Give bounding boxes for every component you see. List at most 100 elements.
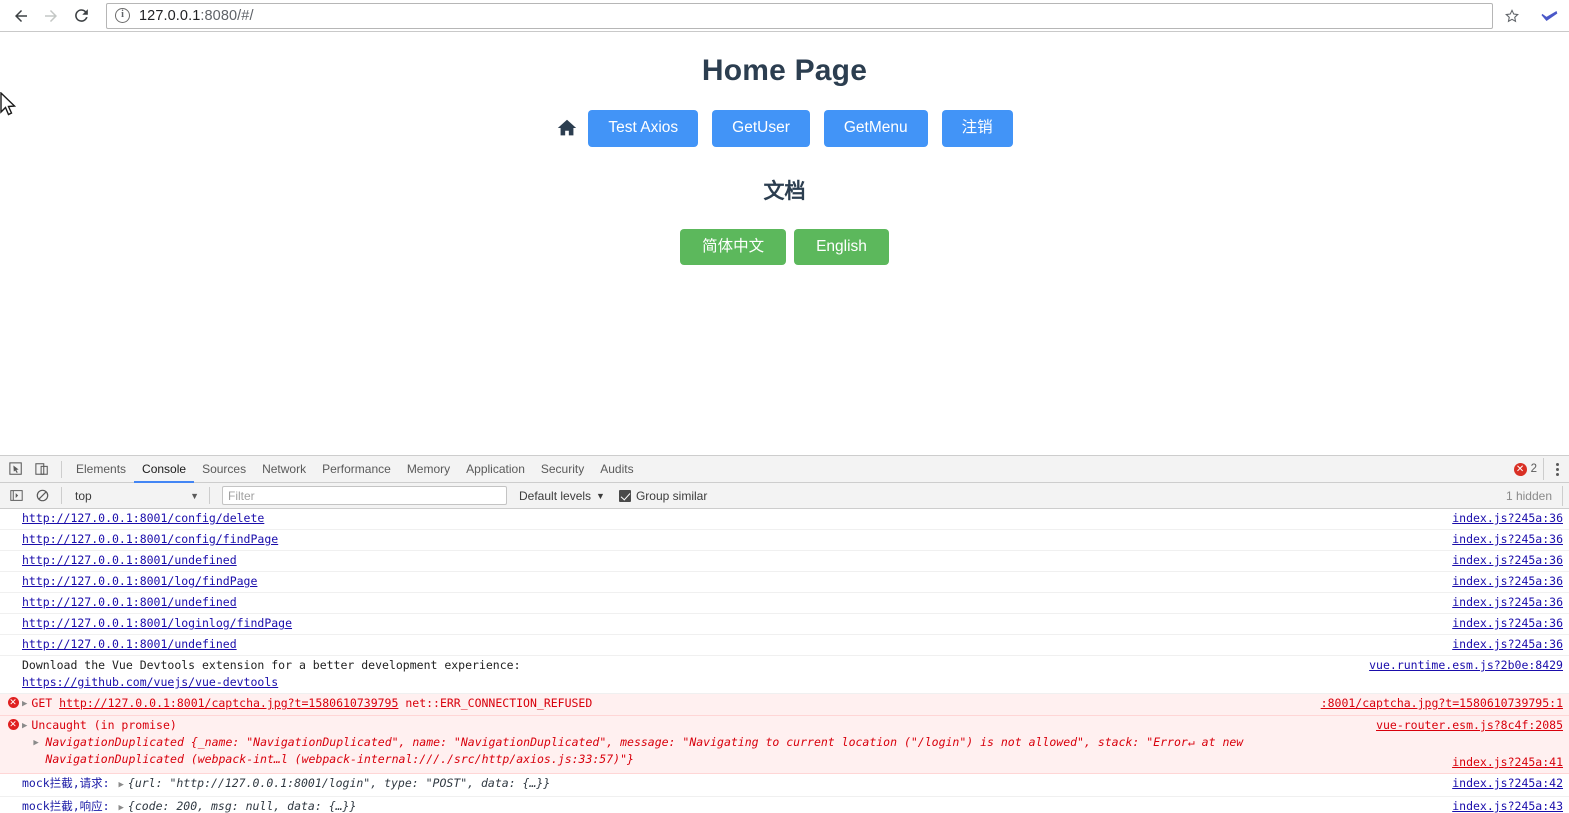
tab-security[interactable]: Security bbox=[533, 456, 592, 483]
tab-performance[interactable]: Performance bbox=[314, 456, 399, 483]
group-similar-toggle[interactable]: Group similar bbox=[618, 488, 708, 503]
expand-arrow-icon[interactable]: ▶ bbox=[20, 717, 31, 735]
console-url-link[interactable]: http://127.0.0.1:8001/log/findPage bbox=[22, 574, 257, 588]
arrow-right-icon bbox=[45, 9, 57, 22]
console-source-link[interactable]: index.js?245a:36 bbox=[1440, 594, 1563, 611]
home-icon[interactable] bbox=[556, 117, 578, 139]
tab-console[interactable]: Console bbox=[134, 456, 195, 483]
console-row-vue-devtools-hint[interactable]: Download the Vue Devtools extension for … bbox=[0, 656, 1569, 694]
devtools-panel: Elements Console Sources Network Perform… bbox=[0, 455, 1569, 813]
expand-arrow-icon[interactable]: ▶ bbox=[116, 780, 127, 790]
uncaught-error-name: NavigationDuplicated bbox=[45, 735, 191, 749]
language-button-row: 简体中文 English bbox=[0, 228, 1569, 266]
mock-response-body: {code: 200, msg: null, data: {…}} bbox=[127, 799, 357, 813]
tab-elements[interactable]: Elements bbox=[68, 456, 134, 483]
get-user-button[interactable]: GetUser bbox=[712, 110, 810, 147]
error-gutter: ✕ bbox=[6, 695, 20, 708]
lang-simplified-chinese-button[interactable]: 简体中文 bbox=[680, 228, 787, 266]
device-toolbar-icon bbox=[35, 463, 48, 475]
vue-devtools-hint-link[interactable]: https://github.com/vuejs/vue-devtools bbox=[22, 675, 278, 689]
extension-button[interactable] bbox=[1535, 2, 1563, 30]
console-url-link[interactable]: http://127.0.0.1:8001/loginlog/findPage bbox=[22, 616, 292, 630]
console-source-link[interactable]: :8001/captcha.jpg?t=1580610739795:1 bbox=[1309, 695, 1563, 712]
lang-english-button[interactable]: English bbox=[794, 228, 889, 266]
console-message-list[interactable]: http://127.0.0.1:8001/config/delete inde… bbox=[0, 509, 1569, 813]
console-source-link[interactable]: index.js?245a:41 bbox=[1452, 754, 1563, 771]
console-row-mock-request[interactable]: mock拦截,请求: ▶ {url: "http://127.0.0.1:8001… bbox=[0, 774, 1569, 797]
uncaught-error-body: {_name: "NavigationDuplicated", name: "N… bbox=[45, 735, 1244, 766]
address-bar[interactable]: i 127.0.0.1:8080/#/ bbox=[106, 2, 1493, 29]
reload-button[interactable] bbox=[66, 2, 96, 30]
console-row[interactable]: http://127.0.0.1:8001/loginlog/findPage … bbox=[0, 614, 1569, 635]
bookmark-button[interactable] bbox=[1499, 3, 1525, 29]
clear-console-button[interactable] bbox=[29, 483, 55, 508]
console-source-link[interactable]: vue.runtime.esm.js?2b0e:8429 bbox=[1357, 657, 1563, 674]
console-source-link[interactable]: index.js?245a:42 bbox=[1440, 775, 1563, 792]
console-row[interactable]: http://127.0.0.1:8001/config/findPage in… bbox=[0, 530, 1569, 551]
tab-application[interactable]: Application bbox=[458, 456, 533, 483]
execution-context-value: top bbox=[75, 488, 92, 503]
error-count-label: 2 bbox=[1530, 463, 1537, 475]
console-source-link[interactable]: vue-router.esm.js?8c4f:2085 bbox=[1376, 717, 1563, 734]
get-menu-button[interactable]: GetMenu bbox=[823, 110, 928, 147]
devtools-tabbar-right: ✕ 2 bbox=[1513, 458, 1569, 480]
browser-toolbar: i 127.0.0.1:8080/#/ bbox=[0, 0, 1569, 32]
console-row[interactable]: http://127.0.0.1:8001/undefined index.js… bbox=[0, 635, 1569, 656]
console-source-link[interactable]: index.js?245a:36 bbox=[1440, 615, 1563, 632]
logout-button[interactable]: 注销 bbox=[941, 110, 1013, 147]
console-source-link[interactable]: index.js?245a:36 bbox=[1440, 552, 1563, 569]
error-circle-icon: ✕ bbox=[7, 719, 19, 730]
forward-button[interactable] bbox=[36, 2, 66, 30]
inspect-element-button[interactable] bbox=[3, 457, 29, 482]
console-filter-input[interactable] bbox=[222, 486, 507, 505]
console-url-link[interactable]: http://127.0.0.1:8001/config/delete bbox=[22, 511, 264, 525]
console-url-link[interactable]: http://127.0.0.1:8001/undefined bbox=[22, 553, 237, 567]
expand-arrow-icon[interactable]: ▶ bbox=[116, 803, 127, 813]
test-axios-button[interactable]: Test Axios bbox=[588, 110, 699, 147]
log-levels-label: Default levels bbox=[519, 488, 592, 503]
log-levels-select[interactable]: Default levels ▼ bbox=[519, 489, 605, 503]
tab-network[interactable]: Network bbox=[254, 456, 314, 483]
devtools-tabbar: Elements Console Sources Network Perform… bbox=[0, 456, 1569, 483]
device-toolbar-button[interactable] bbox=[29, 457, 55, 482]
console-source-link[interactable]: index.js?245a:43 bbox=[1440, 798, 1563, 813]
console-source-link[interactable]: index.js?245a:36 bbox=[1440, 531, 1563, 548]
inspect-element-icon bbox=[9, 462, 22, 475]
console-row-uncaught-error[interactable]: ✕ ▶ Uncaught (in promise) ▶ NavigationDu… bbox=[0, 716, 1569, 774]
console-url-link[interactable]: http://127.0.0.1:8001/undefined bbox=[22, 595, 237, 609]
mock-request-label: mock拦截,请求: bbox=[22, 776, 110, 790]
console-source-link[interactable]: index.js?245a:36 bbox=[1440, 510, 1563, 527]
console-row[interactable]: http://127.0.0.1:8001/undefined index.js… bbox=[0, 551, 1569, 572]
error-count-badge[interactable]: ✕ 2 bbox=[1513, 462, 1537, 476]
site-info-icon[interactable]: i bbox=[115, 8, 130, 23]
console-source-link[interactable]: index.js?245a:36 bbox=[1440, 636, 1563, 653]
expand-arrow-icon[interactable]: ▶ bbox=[20, 695, 31, 713]
hidden-messages-count: 1 hidden bbox=[1506, 485, 1563, 506]
kebab-dot bbox=[1556, 467, 1559, 471]
chevron-down-icon: ▼ bbox=[596, 490, 605, 501]
expand-arrow-icon[interactable]: ▶ bbox=[31, 734, 42, 752]
devtools-more-button[interactable] bbox=[1543, 458, 1565, 480]
console-sidebar-button[interactable] bbox=[3, 483, 29, 508]
execution-context-select[interactable]: top ▼ bbox=[68, 486, 203, 506]
console-row-mock-response[interactable]: mock拦截,响应: ▶ {code: 200, msg: null, data:… bbox=[0, 797, 1569, 813]
tab-memory[interactable]: Memory bbox=[399, 456, 458, 483]
extension-icon bbox=[1541, 10, 1558, 21]
console-row[interactable]: http://127.0.0.1:8001/undefined index.js… bbox=[0, 593, 1569, 614]
tab-audits[interactable]: Audits bbox=[592, 456, 641, 483]
uncaught-error-head: Uncaught (in promise) bbox=[31, 718, 177, 732]
console-source-link[interactable]: index.js?245a:36 bbox=[1440, 573, 1563, 590]
console-row[interactable]: http://127.0.0.1:8001/config/delete inde… bbox=[0, 509, 1569, 530]
group-similar-checkbox[interactable] bbox=[618, 489, 631, 502]
back-button[interactable] bbox=[6, 2, 36, 30]
console-url-link[interactable]: http://127.0.0.1:8001/undefined bbox=[22, 637, 237, 651]
http-method-label: GET bbox=[31, 696, 53, 710]
tab-sources[interactable]: Sources bbox=[194, 456, 254, 483]
vue-devtools-hint-text: Download the Vue Devtools extension for … bbox=[22, 658, 521, 672]
console-row[interactable]: http://127.0.0.1:8001/log/findPage index… bbox=[0, 572, 1569, 593]
failed-request-url[interactable]: http://127.0.0.1:8001/captcha.jpg?t=1580… bbox=[59, 696, 398, 710]
group-similar-label: Group similar bbox=[635, 488, 708, 503]
console-row-network-error[interactable]: ✕ ▶ GET http://127.0.0.1:8001/captcha.jp… bbox=[0, 694, 1569, 716]
error-circle-icon: ✕ bbox=[7, 697, 19, 708]
console-url-link[interactable]: http://127.0.0.1:8001/config/findPage bbox=[22, 532, 278, 546]
